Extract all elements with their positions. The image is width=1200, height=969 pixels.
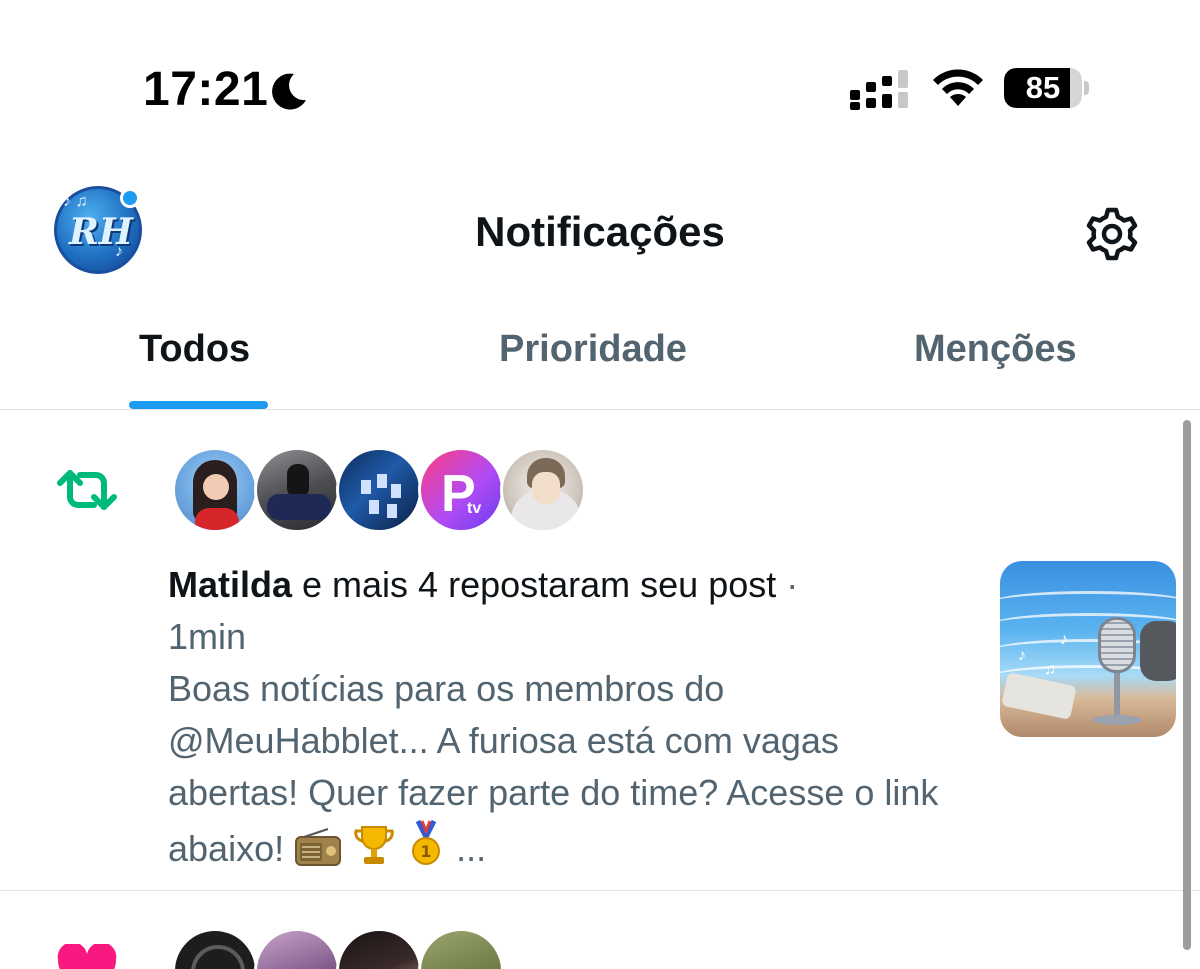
status-time: 17:21: [143, 63, 269, 116]
battery-icon: 85: [1004, 68, 1089, 108]
medal-emoji: 1: [412, 819, 441, 865]
avatar[interactable]: [500, 447, 586, 533]
music-note-icon: ♫: [1044, 661, 1056, 678]
post-thumbnail[interactable]: ♪ ♫ ♪: [1000, 561, 1176, 737]
gear-icon[interactable]: [1082, 204, 1142, 264]
avatar[interactable]: [172, 447, 258, 533]
post-preview-text: Boas notícias para os membros do @MeuHab…: [168, 663, 958, 875]
avatar[interactable]: [336, 447, 422, 533]
scrollbar[interactable]: [1183, 420, 1191, 950]
status-bar: 17:21 85: [0, 0, 1200, 170]
wifi-icon: [933, 69, 983, 106]
notification-summary: Matilda e mais 4 repostaram seu post · 1…: [168, 559, 938, 663]
separator-dot: ·: [776, 564, 799, 605]
unread-dot: [120, 188, 140, 208]
actor-name[interactable]: Matilda: [168, 564, 292, 605]
tab-bar: Todos Prioridade Menções: [0, 300, 1200, 410]
svg-text:1: 1: [421, 842, 432, 861]
page-title: Notificações: [475, 208, 725, 255]
tab-todos[interactable]: Todos: [139, 328, 250, 371]
notification-time: 1min: [168, 616, 247, 657]
notification-item[interactable]: P tv Matilda e mais 4 repostaram seu pos…: [0, 411, 1200, 891]
music-note-icon: ♪: [1060, 631, 1068, 648]
notification-action: e mais 4 repostaram seu post: [292, 564, 777, 605]
tab-mencoes[interactable]: Menções: [914, 328, 1077, 371]
tab-prioridade[interactable]: Prioridade: [499, 328, 687, 371]
trophy-emoji: [354, 826, 394, 864]
microphone-image: [1098, 617, 1136, 673]
post-body: Boas notícias para os membros do @MeuHab…: [168, 668, 939, 869]
avatar[interactable]: [254, 928, 340, 969]
avatar[interactable]: P tv: [418, 447, 504, 533]
avatar[interactable]: [418, 928, 504, 969]
post-body-ellipsis: ...: [456, 828, 487, 869]
heart-icon: [57, 944, 117, 969]
header: ♪ ♫ RH ♪ Notificações: [0, 170, 1200, 295]
moon-icon: [272, 73, 306, 110]
headphone-image: [1140, 621, 1176, 681]
active-tab-indicator: [129, 401, 268, 409]
avatar[interactable]: [254, 447, 340, 533]
avatar[interactable]: [336, 928, 422, 969]
signal-icon: [850, 70, 908, 110]
repost-icon: [57, 470, 117, 510]
radio-emoji: [295, 828, 342, 866]
notification-item[interactable]: [0, 892, 1200, 969]
music-note-icon: ♪: [1018, 647, 1026, 664]
avatar[interactable]: [172, 928, 258, 969]
battery-level: 85: [1025, 70, 1061, 105]
avatar-logo-tv: tv: [467, 500, 482, 517]
